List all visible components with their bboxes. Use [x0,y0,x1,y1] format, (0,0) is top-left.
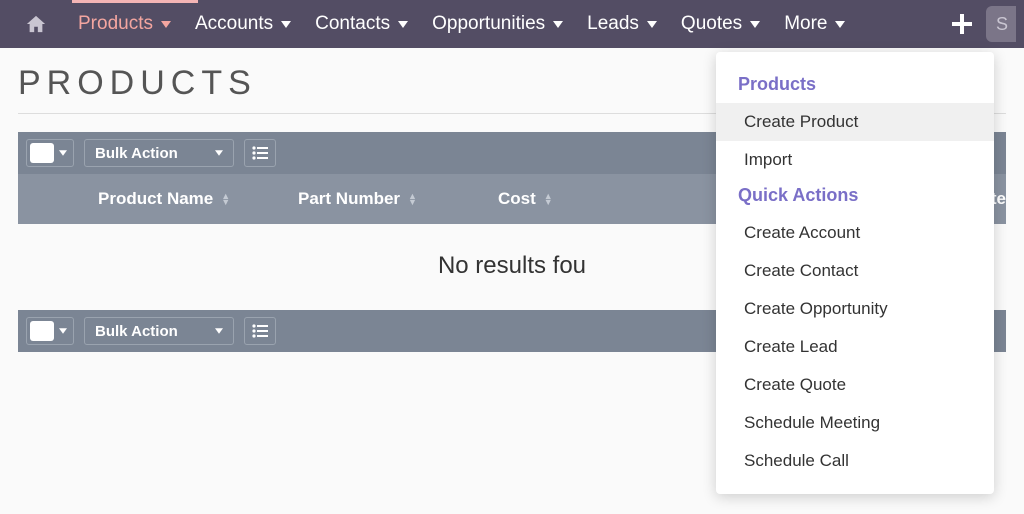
dropdown-item-create-contact[interactable]: Create Contact [716,252,994,290]
dropdown-item-create-lead[interactable]: Create Lead [716,328,994,366]
caret-down-icon[interactable] [57,328,73,334]
dropdown-item-create-quote[interactable]: Create Quote [716,366,994,404]
dropdown-item-import[interactable]: Import [716,141,994,179]
caret-down-icon [215,150,223,156]
caret-down-icon [215,328,223,334]
column-part-number[interactable]: Part Number ▲▼ [298,189,498,209]
dropdown-section-products: Products [716,68,994,103]
search-input[interactable]: S [986,6,1016,42]
dropdown-item-create-product[interactable]: Create Product [716,103,994,141]
nav-label: Accounts [195,13,273,35]
column-cost[interactable]: Cost ▲▼ [498,189,628,209]
columns-button[interactable] [244,317,276,345]
checkbox-icon [30,321,54,341]
column-product-name[interactable]: Product Name ▲▼ [98,189,298,209]
bulk-action-select[interactable]: Bulk Action [84,317,234,345]
caret-down-icon [281,21,291,28]
caret-down-icon [835,21,845,28]
nav-contacts[interactable]: Contacts [303,0,420,48]
select-all-checkbox[interactable] [26,139,74,167]
nav-leads[interactable]: Leads [575,0,669,48]
dropdown-item-schedule-meeting[interactable]: Schedule Meeting [716,404,994,442]
column-label: Part Number [298,189,400,209]
nav-active-indicator [72,0,198,3]
column-label: Product Name [98,189,213,209]
nav-opportunities[interactable]: Opportunities [420,0,575,48]
dropdown-item-create-opportunity[interactable]: Create Opportunity [716,290,994,328]
caret-down-icon [553,21,563,28]
dropdown-section-quick-actions: Quick Actions [716,179,994,214]
bulk-action-label: Bulk Action [95,145,178,162]
create-dropdown: Products Create Product Import Quick Act… [716,52,994,494]
list-icon [252,324,268,338]
sort-icon: ▲▼ [544,193,553,205]
bulk-action-select[interactable]: Bulk Action [84,139,234,167]
dropdown-item-create-account[interactable]: Create Account [716,214,994,252]
nav-more[interactable]: More [772,0,857,48]
create-button[interactable] [938,14,986,34]
select-all-checkbox[interactable] [26,317,74,345]
sort-icon: ▲▼ [221,193,230,205]
nav-products[interactable]: Products [66,0,183,48]
checkbox-icon [30,143,54,163]
caret-down-icon[interactable] [57,150,73,156]
nav-accounts[interactable]: Accounts [183,0,303,48]
nav-label: Products [78,13,153,35]
search-placeholder: S [996,14,1008,35]
nav-label: Quotes [681,13,742,35]
nav-label: More [784,13,827,35]
top-nav: Products Accounts Contacts Opportunities… [0,0,1024,48]
home-icon[interactable] [16,14,56,34]
columns-button[interactable] [244,139,276,167]
caret-down-icon [398,21,408,28]
nav-quotes[interactable]: Quotes [669,0,772,48]
list-icon [252,146,268,160]
nav-label: Opportunities [432,13,545,35]
nav-label: Leads [587,13,639,35]
sort-icon: ▲▼ [408,193,417,205]
bulk-action-label: Bulk Action [95,323,178,340]
column-label: Cost [498,189,536,209]
nav-label: Contacts [315,13,390,35]
caret-down-icon [161,21,171,28]
caret-down-icon [750,21,760,28]
caret-down-icon [647,21,657,28]
dropdown-item-schedule-call[interactable]: Schedule Call [716,442,994,480]
